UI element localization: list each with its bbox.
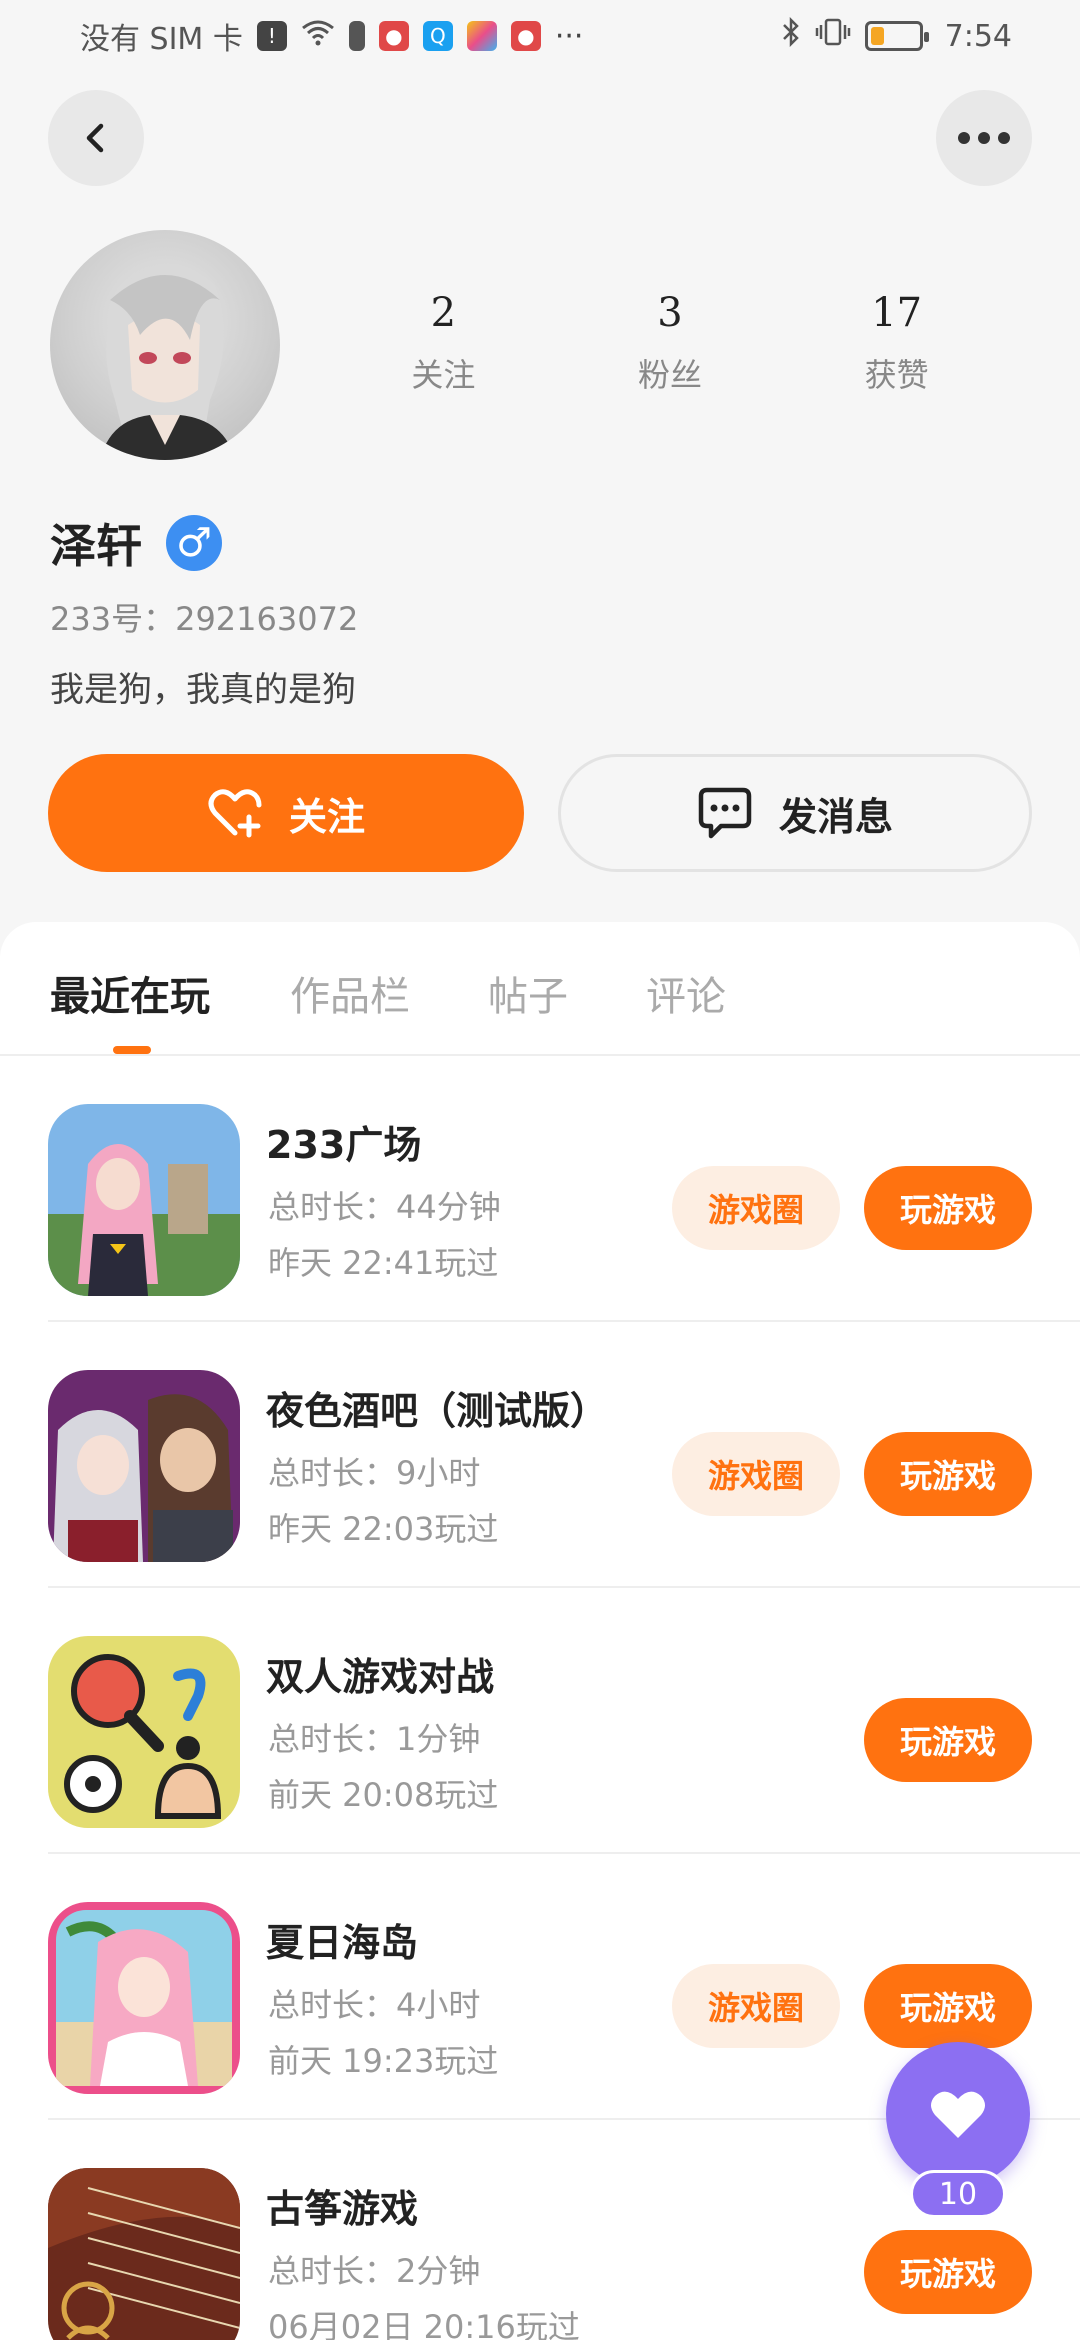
game-last-played: 前天 20:08玩过 — [268, 1776, 499, 1814]
game-row[interactable]: 双人游戏对战 总时长：1分钟 前天 20:08玩过 玩游戏 — [0, 1588, 1080, 1854]
game-icon-night-bar[interactable] — [48, 1370, 240, 1562]
vibrate-icon — [815, 17, 851, 55]
user-id: 233号：292163072 — [50, 600, 359, 638]
carrier-label: 没有 SIM 卡 — [80, 22, 243, 57]
profile-stats: 2 关注 3 粉丝 17 获赞 — [330, 290, 1010, 396]
play-game-button[interactable]: 玩游戏 — [864, 1698, 1032, 1782]
sim-icon — [348, 21, 365, 51]
avatar[interactable] — [50, 230, 280, 460]
game-row[interactable]: 233广场 总时长：44分钟 昨天 22:41玩过 游戏圈 玩游戏 — [0, 1056, 1080, 1322]
game-row[interactable]: 夜色酒吧（测试版） 总时长：9小时 昨天 22:03玩过 游戏圈 玩游戏 — [0, 1322, 1080, 1588]
more-button[interactable] — [936, 90, 1032, 186]
alert-icon: ! — [256, 21, 287, 51]
tab-posts[interactable]: 帖子 — [488, 964, 568, 1022]
game-last-played: 昨天 22:41玩过 — [268, 1244, 499, 1282]
tab-recently-played[interactable]: 最近在玩 — [50, 964, 210, 1022]
follow-button-label: 关注 — [288, 794, 365, 839]
status-bar: 没有 SIM 卡 ! ● Q ● ··· 7:54 — [0, 0, 1080, 72]
play-game-button[interactable]: 玩游戏 — [864, 1166, 1032, 1250]
heart-icon — [931, 2091, 985, 2138]
more-notifications-icon: ··· — [554, 18, 584, 54]
stat-followers-label: 粉丝 — [637, 356, 702, 394]
play-game-button[interactable]: 玩游戏 — [864, 2230, 1032, 2314]
baidu-app-icon-2: ● — [510, 21, 541, 51]
game-title: 双人游戏对战 — [266, 1655, 495, 1699]
user-bio: 我是狗，我真的是狗 — [50, 670, 356, 710]
stat-likes-count: 17 — [871, 290, 923, 336]
stat-likes-label: 获赞 — [864, 356, 929, 394]
game-circle-button[interactable]: 游戏圈 — [672, 1166, 840, 1250]
stat-following-label: 关注 — [411, 356, 476, 394]
game-icon-two-player[interactable] — [48, 1636, 240, 1828]
game-icon-233-plaza[interactable] — [48, 1104, 240, 1296]
stat-followers[interactable]: 3 粉丝 — [580, 290, 760, 396]
game-circle-button[interactable]: 游戏圈 — [672, 1964, 840, 2048]
clock: 7:54 — [944, 18, 1012, 54]
stat-following[interactable]: 2 关注 — [353, 290, 533, 396]
male-gender-icon: ♂ — [166, 515, 222, 571]
battery-icon — [864, 21, 929, 51]
gallery-app-icon — [466, 21, 497, 51]
message-button[interactable]: 发消息 — [558, 754, 1032, 872]
back-button[interactable] — [48, 90, 144, 186]
game-title: 古筝游戏 — [266, 2187, 419, 2231]
game-title: 夏日海岛 — [266, 1921, 419, 1965]
stat-following-count: 2 — [430, 290, 457, 336]
game-duration: 总时长：1分钟 — [268, 1720, 481, 1758]
username-row: 泽轩 ♂ — [50, 510, 222, 576]
game-duration: 总时长：2分钟 — [268, 2252, 481, 2290]
game-icon-guzheng[interactable] — [48, 2168, 240, 2340]
search-app-icon: Q — [422, 21, 453, 51]
game-circle-button[interactable]: 游戏圈 — [672, 1432, 840, 1516]
game-last-played: 06月02日 20:16玩过 — [268, 2308, 580, 2340]
like-floating-button[interactable] — [886, 2042, 1030, 2186]
bluetooth-icon — [781, 16, 801, 55]
more-dots-icon — [958, 132, 1010, 144]
game-icon-summer-island[interactable] — [48, 1902, 240, 2094]
avatar-illustration — [100, 263, 235, 460]
game-duration: 总时长：9小时 — [268, 1454, 481, 1492]
status-bar-right: 7:54 — [781, 16, 1012, 55]
tab-bar: 最近在玩 作品栏 帖子 评论 — [0, 922, 1080, 1056]
tab-works[interactable]: 作品栏 — [290, 964, 410, 1022]
battery-level — [870, 27, 885, 45]
username: 泽轩 — [50, 519, 142, 573]
like-count-badge: 10 — [910, 2170, 1006, 2218]
game-duration: 总时长：4小时 — [268, 1986, 481, 2024]
wifi-icon — [301, 18, 335, 54]
chat-bubble-icon — [698, 787, 752, 839]
follow-button[interactable]: 关注 — [48, 754, 524, 872]
play-game-button[interactable]: 玩游戏 — [864, 1432, 1032, 1516]
baidu-app-icon: ● — [378, 21, 409, 51]
stat-followers-count: 3 — [657, 290, 683, 336]
game-last-played: 昨天 22:03玩过 — [268, 1510, 499, 1548]
message-button-label: 发消息 — [778, 794, 893, 839]
status-bar-left: 没有 SIM 卡 ! ● Q ● ··· — [80, 14, 583, 58]
stat-likes[interactable]: 17 获赞 — [807, 290, 987, 396]
heart-plus-icon — [208, 789, 262, 838]
active-tab-indicator — [113, 1046, 151, 1054]
game-title: 233广场 — [266, 1123, 422, 1167]
tab-comments[interactable]: 评论 — [646, 964, 726, 1022]
game-duration: 总时长：44分钟 — [268, 1188, 501, 1226]
game-title: 夜色酒吧（测试版） — [266, 1389, 609, 1433]
play-game-button[interactable]: 玩游戏 — [864, 1964, 1032, 2048]
game-last-played: 前天 19:23玩过 — [268, 2042, 499, 2080]
chevron-left-icon — [86, 123, 104, 153]
